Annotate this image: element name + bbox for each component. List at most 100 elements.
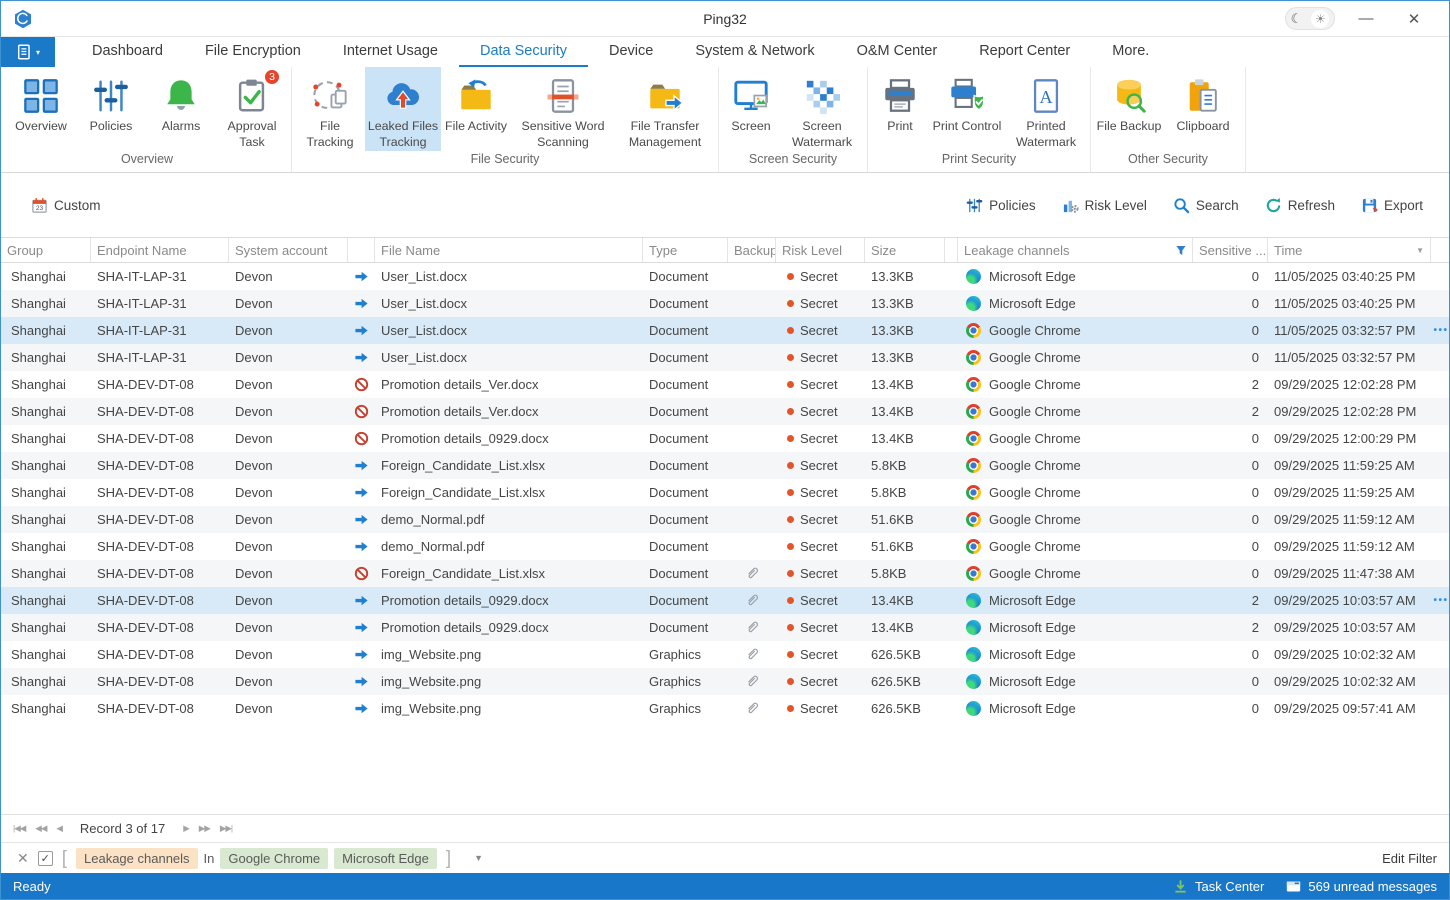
table-row[interactable]: ShanghaiSHA-DEV-DT-08DevonPromotion deta…: [1, 614, 1449, 641]
tab-data-security[interactable]: Data Security: [459, 37, 588, 67]
filter-value-chip[interactable]: Microsoft Edge: [334, 848, 437, 869]
app-menu-button[interactable]: ▾: [1, 37, 55, 67]
table-row[interactable]: ShanghaiSHA-DEV-DT-08Devonimg_Website.pn…: [1, 641, 1449, 668]
ribbon-file-transfer-management-button[interactable]: File Transfer Management: [615, 67, 715, 151]
sun-icon[interactable]: ☀: [1311, 10, 1329, 28]
cell-actions[interactable]: •••: [1431, 317, 1450, 344]
moon-icon[interactable]: ☾: [1291, 12, 1303, 25]
tab-internet-usage[interactable]: Internet Usage: [322, 37, 459, 67]
row-actions-button[interactable]: •••: [1433, 325, 1448, 336]
risk-level-button[interactable]: Risk Level: [1062, 197, 1147, 214]
ribbon-print-control-button[interactable]: Print Control: [929, 67, 1005, 151]
cell-actions[interactable]: •••: [1431, 587, 1450, 614]
close-button[interactable]: ✕: [1397, 10, 1431, 28]
table-row[interactable]: ShanghaiSHA-DEV-DT-08DevonForeign_Candid…: [1, 479, 1449, 506]
filter-value-chip[interactable]: Google Chrome: [220, 848, 328, 869]
tab-more[interactable]: More.: [1091, 37, 1170, 67]
ribbon-leaked-files-tracking-button[interactable]: Leaked Files Tracking: [365, 67, 441, 151]
table-row[interactable]: ShanghaiSHA-DEV-DT-08Devondemo_Normal.pd…: [1, 533, 1449, 560]
caret-down-icon[interactable]: ▼: [1416, 246, 1424, 255]
ribbon-overview-button[interactable]: Overview: [6, 67, 76, 151]
tab-device[interactable]: Device: [588, 37, 674, 67]
first-page-button[interactable]: |◀◀: [13, 823, 25, 834]
cell-time: 09/29/2025 11:59:25 AM: [1268, 479, 1431, 506]
cell-file-name: img_Website.png: [375, 641, 643, 668]
column-header-file-name[interactable]: File Name: [375, 238, 643, 262]
column-header-endpoint-name[interactable]: Endpoint Name: [91, 238, 229, 262]
cell-spacer: [945, 290, 958, 317]
ribbon-clipboard-button[interactable]: Clipboard: [1164, 67, 1242, 151]
export-button[interactable]: Export: [1361, 197, 1423, 214]
cell-group: Shanghai: [1, 398, 91, 425]
filter-dropdown-icon[interactable]: ▼: [474, 853, 483, 863]
cell-system-account: Devon: [229, 560, 348, 587]
last-page-button[interactable]: ▶▶|: [220, 823, 232, 834]
next-page-button[interactable]: ▶: [183, 823, 189, 834]
search-button[interactable]: Search: [1173, 197, 1239, 214]
unread-messages-button[interactable]: 569 unread messages: [1286, 879, 1437, 894]
table-row[interactable]: ShanghaiSHA-IT-LAP-31DevonUser_List.docx…: [1, 317, 1449, 344]
ribbon-screen-watermark-button[interactable]: Screen Watermark: [780, 67, 864, 151]
cell-type: Document: [643, 317, 728, 344]
column-header-spacer[interactable]: [945, 238, 958, 262]
column-header-size[interactable]: Size: [865, 238, 945, 262]
ribbon-policies-button[interactable]: Policies: [76, 67, 146, 151]
table-row[interactable]: ShanghaiSHA-DEV-DT-08Devonimg_Website.pn…: [1, 668, 1449, 695]
tab-dashboard[interactable]: Dashboard: [71, 37, 184, 67]
cell-sensitive: 0: [1193, 317, 1268, 344]
column-header-risk-level[interactable]: Risk Level: [776, 238, 865, 262]
minimize-button[interactable]: —: [1349, 10, 1383, 27]
ribbon-alarms-button[interactable]: Alarms: [146, 67, 216, 151]
remove-filter-button[interactable]: ✕: [17, 850, 29, 867]
table-row[interactable]: ShanghaiSHA-DEV-DT-08DevonPromotion deta…: [1, 587, 1449, 614]
table-row[interactable]: ShanghaiSHA-IT-LAP-31DevonUser_List.docx…: [1, 263, 1449, 290]
column-header-system-account[interactable]: System account: [229, 238, 348, 262]
table-row[interactable]: ShanghaiSHA-DEV-DT-08DevonPromotion deta…: [1, 425, 1449, 452]
cell-type: Document: [643, 452, 728, 479]
ribbon-approval-task-button[interactable]: 3 Approval Task: [216, 67, 288, 151]
prev-page-button[interactable]: ◀: [56, 823, 62, 834]
table-row[interactable]: ShanghaiSHA-DEV-DT-08Devondemo_Normal.pd…: [1, 506, 1449, 533]
ribbon-file-activity-button[interactable]: File Activity: [441, 67, 511, 151]
ribbon-group-label: Print Security: [871, 151, 1087, 172]
refresh-button[interactable]: Refresh: [1265, 197, 1335, 214]
table-row[interactable]: ShanghaiSHA-DEV-DT-08DevonPromotion deta…: [1, 398, 1449, 425]
ribbon-file-tracking-button[interactable]: File Tracking: [295, 67, 365, 151]
ribbon-screen-button[interactable]: Screen: [722, 67, 780, 151]
filter-enabled-checkbox[interactable]: ✓: [38, 851, 53, 866]
theme-toggle[interactable]: ☾ ☀: [1285, 7, 1335, 30]
edit-filter-button[interactable]: Edit Filter: [1382, 851, 1437, 866]
block-icon: [354, 566, 369, 581]
ribbon-print-button[interactable]: Print: [871, 67, 929, 151]
column-header-group[interactable]: Group: [1, 238, 91, 262]
ribbon-sensitive-word-scanning-button[interactable]: Sensitive Word Scanning: [511, 67, 615, 151]
ribbon-file-backup-button[interactable]: File Backup: [1094, 67, 1164, 151]
tab-report-center[interactable]: Report Center: [958, 37, 1091, 67]
tab-file-encryption[interactable]: File Encryption: [184, 37, 322, 67]
next-group-button[interactable]: ▶▶: [199, 823, 210, 834]
ribbon-printed-watermark-button[interactable]: A Printed Watermark: [1005, 67, 1087, 151]
filter-operator[interactable]: In: [204, 851, 215, 866]
policies-button[interactable]: Policies: [966, 197, 1036, 214]
table-row[interactable]: ShanghaiSHA-DEV-DT-08DevonPromotion deta…: [1, 371, 1449, 398]
custom-date-button[interactable]: 23 Custom: [31, 197, 101, 214]
prev-group-button[interactable]: ◀◀: [35, 823, 46, 834]
cell-size: 13.3KB: [865, 344, 945, 371]
tab-om-center[interactable]: O&M Center: [836, 37, 959, 67]
column-header-leakage-channels[interactable]: Leakage channels: [958, 238, 1193, 262]
column-header-type[interactable]: Type: [643, 238, 728, 262]
filter-icon[interactable]: [1176, 245, 1186, 256]
table-row[interactable]: ShanghaiSHA-DEV-DT-08DevonForeign_Candid…: [1, 452, 1449, 479]
table-row[interactable]: ShanghaiSHA-DEV-DT-08DevonForeign_Candid…: [1, 560, 1449, 587]
column-header-file-icon[interactable]: [348, 238, 375, 262]
row-actions-button[interactable]: •••: [1433, 595, 1448, 606]
filter-field-chip[interactable]: Leakage channels: [76, 848, 198, 869]
tab-system-network[interactable]: System & Network: [674, 37, 835, 67]
column-header-time[interactable]: Time▼: [1268, 238, 1431, 262]
table-row[interactable]: ShanghaiSHA-IT-LAP-31DevonUser_List.docx…: [1, 290, 1449, 317]
table-row[interactable]: ShanghaiSHA-DEV-DT-08Devonimg_Website.pn…: [1, 695, 1449, 722]
column-header-backup[interactable]: Backup: [728, 238, 776, 262]
task-center-button[interactable]: Task Center: [1173, 879, 1264, 894]
column-header-sensitive[interactable]: Sensitive ...: [1193, 238, 1268, 262]
table-row[interactable]: ShanghaiSHA-IT-LAP-31DevonUser_List.docx…: [1, 344, 1449, 371]
